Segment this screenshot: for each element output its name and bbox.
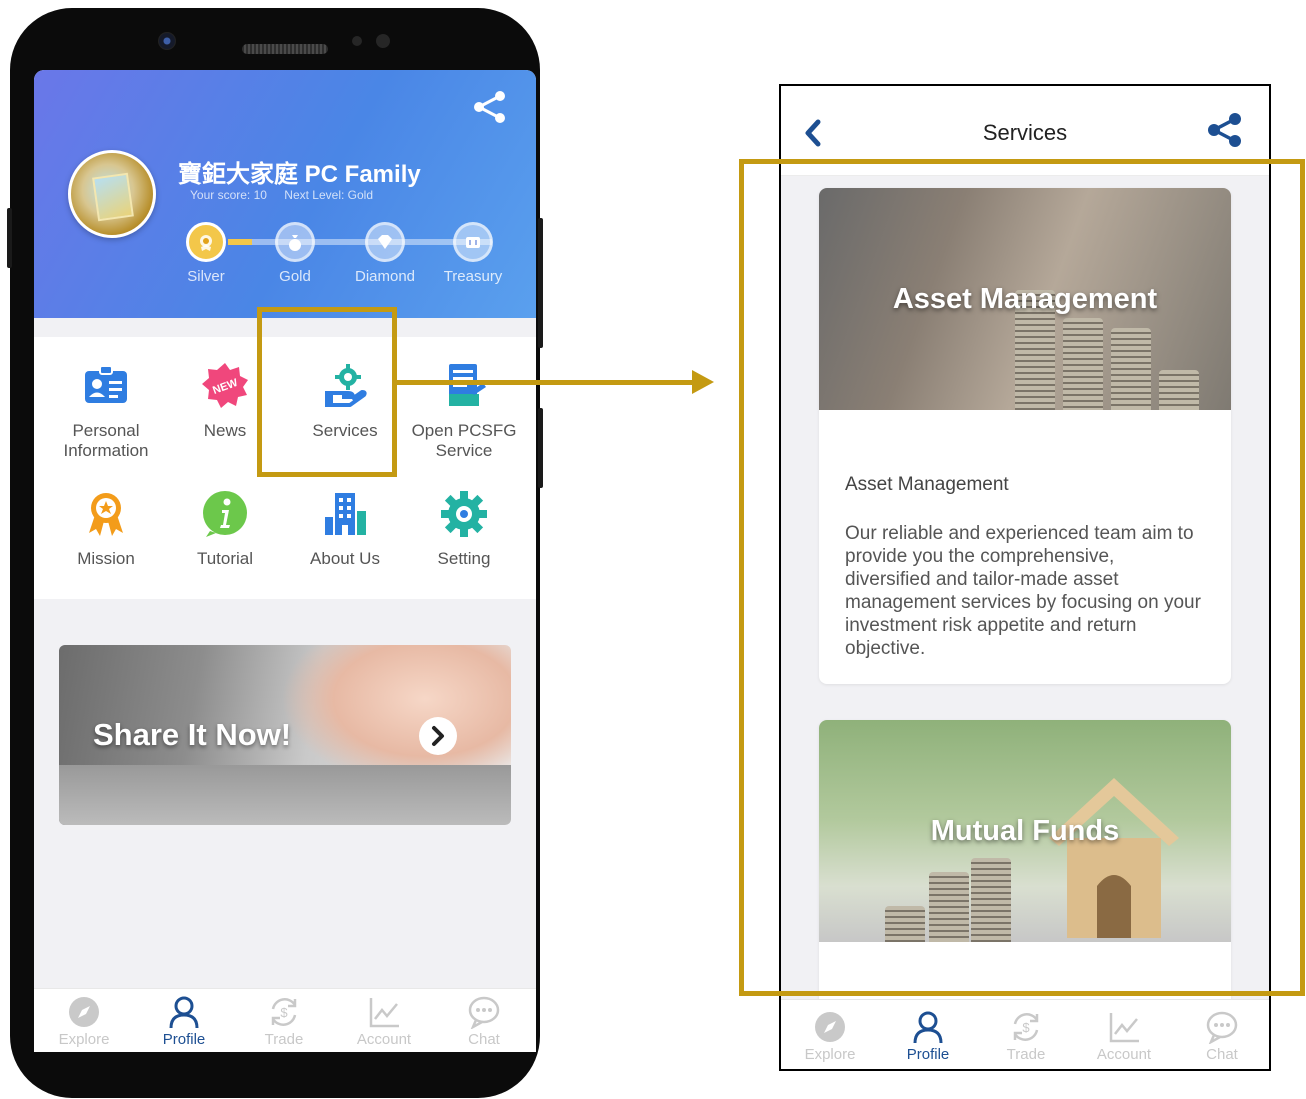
tab-profile[interactable]: Profile [879, 1010, 977, 1063]
tab-trade[interactable]: $ Trade [977, 1010, 1075, 1063]
chat-bubble-icon [1206, 1011, 1238, 1044]
share-banner-arrow[interactable] [419, 717, 457, 755]
info-icon [203, 491, 247, 537]
svg-text:$: $ [1022, 1020, 1030, 1035]
tab-chat[interactable]: Chat [434, 995, 534, 1048]
menu-item-mission[interactable]: Mission [46, 489, 166, 569]
sensor-dot [352, 36, 362, 46]
tab-label: Chat [468, 1031, 500, 1048]
dollar-exchange-icon: $ [1013, 1013, 1039, 1041]
level-label-diamond: Diamond [354, 268, 416, 285]
dollar-exchange-icon: $ [271, 998, 297, 1026]
tab-label: Profile [906, 1046, 950, 1063]
share-icon[interactable] [1207, 112, 1243, 148]
tab-label: Account [1096, 1046, 1152, 1063]
avatar[interactable] [68, 150, 156, 238]
compass-icon [815, 1012, 845, 1042]
line-chart-icon [1109, 1013, 1139, 1043]
phone-frame: 寶鉅大家庭 PC Family Your score: 10 Next Leve… [7, 8, 543, 1098]
next-level-text: Next Level: Gold [284, 188, 374, 202]
score-text: Your score: 10 [190, 188, 267, 202]
menu-item-about-us[interactable]: About Us [285, 489, 405, 569]
gold-bag-icon [289, 235, 301, 251]
score-line: Your score: 10 Next Level: Gold [190, 188, 387, 202]
stage: 寶鉅大家庭 PC Family Your score: 10 Next Leve… [0, 0, 1306, 1099]
tab-account[interactable]: Account [334, 995, 434, 1048]
services-title: Services [982, 120, 1068, 145]
person-icon [913, 1011, 943, 1044]
news-badge-icon: NEW [202, 363, 248, 408]
menu-label: Mission [77, 549, 135, 568]
tab-trade[interactable]: $ Trade [234, 995, 334, 1048]
menu-item-open-pcsfg-service[interactable]: Open PCSFG Service [404, 361, 524, 461]
services-highlight-box [257, 307, 397, 477]
phone-screen: 寶鉅大家庭 PC Family Your score: 10 Next Leve… [34, 70, 536, 1052]
tab-label: Account [356, 1031, 412, 1048]
services-tab-bar: Explore Profile $ Trade Account Chat [781, 999, 1269, 1069]
level-node-gold [275, 222, 315, 262]
level-progress-fill [228, 239, 252, 245]
level-node-silver [186, 222, 226, 262]
tab-label: Explore [804, 1046, 856, 1063]
tab-chat[interactable]: Chat [1173, 1010, 1269, 1063]
sensor-dot [376, 34, 390, 48]
menu-label: Open PCSFG Service [411, 421, 517, 460]
share-banner-title: Share It Now! [93, 717, 292, 752]
level-label-gold: Gold [279, 268, 311, 285]
document-form-icon [449, 364, 486, 406]
menu-item-setting[interactable]: Setting [404, 489, 524, 569]
silver-medal-icon [200, 235, 212, 251]
ribbon-medal-icon [89, 493, 123, 536]
diamond-icon [378, 235, 392, 249]
tab-label: Trade [264, 1031, 304, 1048]
connector-arrow-line [397, 380, 697, 385]
line-chart-icon [369, 998, 399, 1028]
earpiece-speaker [242, 44, 328, 54]
share-icon[interactable] [472, 90, 508, 124]
treasury-icon [466, 237, 480, 248]
level-node-diamond [365, 222, 405, 262]
tab-label: Profile [162, 1031, 206, 1048]
compass-icon [69, 997, 99, 1027]
menu-label: Tutorial [196, 549, 254, 568]
building-icon [325, 493, 366, 535]
profile-title: 寶鉅大家庭 PC Family [178, 161, 421, 188]
menu-label: Setting [437, 549, 491, 568]
profile-header: 寶鉅大家庭 PC Family Your score: 10 Next Leve… [34, 70, 536, 318]
person-icon [169, 996, 199, 1029]
level-label-silver: Silver [187, 268, 225, 285]
phone-power-button [538, 408, 543, 488]
menu-item-personal-information[interactable]: Personal Information [46, 361, 166, 461]
services-content-highlight-box [739, 159, 1305, 996]
banner-photo-laptop [59, 765, 511, 825]
share-banner[interactable]: Share It Now! [59, 645, 511, 825]
menu-label: About Us [310, 549, 380, 568]
phone-volume-button [538, 218, 543, 348]
gear-icon [441, 491, 487, 537]
chevron-right-icon [432, 726, 444, 746]
svg-text:$: $ [280, 1005, 288, 1020]
tab-profile[interactable]: Profile [134, 995, 234, 1048]
id-card-icon [85, 365, 127, 403]
tab-label: Trade [1006, 1046, 1046, 1063]
menu-label: Personal Information [63, 421, 149, 460]
phone-tab-bar: Explore Profile $ Trade Account Chat [34, 988, 536, 1052]
tab-label: Chat [1206, 1046, 1238, 1063]
tab-explore[interactable]: Explore [34, 995, 134, 1048]
chat-bubble-icon [468, 996, 500, 1029]
level-label-treasury: Treasury [443, 268, 503, 285]
tab-explore[interactable]: Explore [781, 1010, 879, 1063]
front-camera [158, 32, 176, 50]
level-node-treasury [453, 222, 493, 262]
tab-account[interactable]: Account [1075, 1010, 1173, 1063]
connector-arrow-head [692, 370, 714, 394]
phone-side-button [7, 208, 12, 268]
menu-item-tutorial[interactable]: Tutorial [165, 489, 285, 569]
tab-label: Explore [58, 1031, 110, 1048]
